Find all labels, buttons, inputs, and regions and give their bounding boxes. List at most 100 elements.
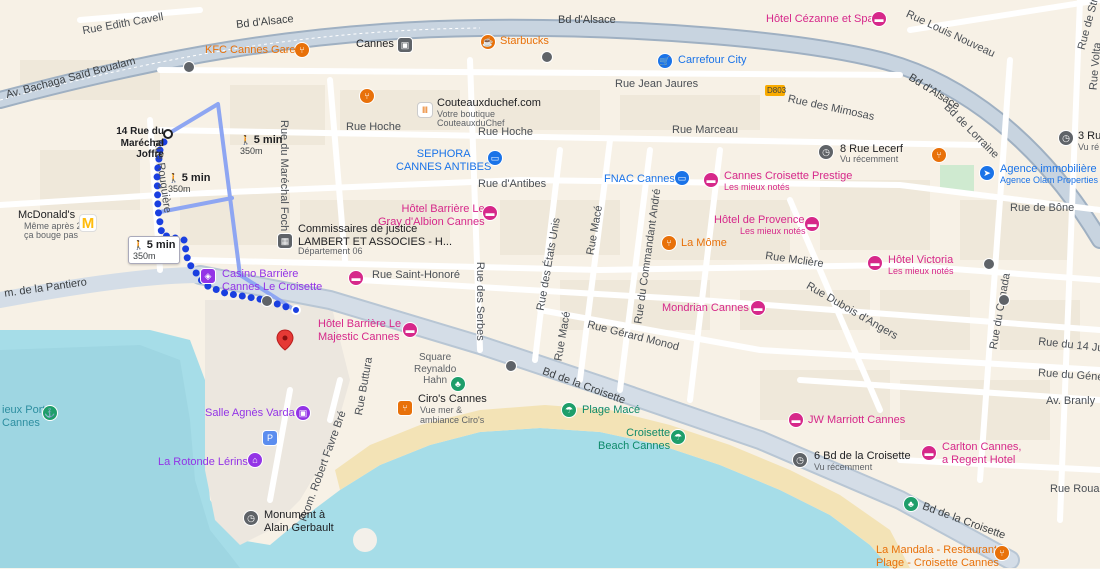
shopping-cart-icon[interactable]: 🛒 [657, 53, 673, 69]
poi-commissaires[interactable]: Commissaires de justice LAMBERT ET ASSOC… [298, 223, 452, 248]
location-pin-dot [282, 335, 288, 341]
route-option-distance: 350m [240, 146, 263, 156]
street-rue-saint-honore: Rue Saint-Honoré [372, 269, 461, 281]
street-rue-jean-jaures: Rue Jean Jaures [615, 78, 699, 90]
poi-carrefour[interactable]: Carrefour City [678, 54, 746, 67]
restaurant-icon[interactable]: ⑂ [294, 42, 310, 58]
bus-stop-icon[interactable] [998, 294, 1010, 306]
hotel-icon[interactable]: ▬ [867, 255, 883, 271]
casino-icon[interactable]: ◈ [200, 268, 216, 284]
couteaux-logo-icon[interactable]: Ⅲ [417, 102, 433, 118]
bus-stop-icon[interactable] [505, 360, 517, 372]
landmark-icon[interactable]: ⌂ [247, 452, 263, 468]
street-rue-marceau: Rue Marceau [672, 124, 739, 136]
poi-la-mome[interactable]: La Môme [681, 237, 727, 250]
shopping-bag-icon[interactable]: ▭ [674, 170, 690, 186]
route-option-time: 5 min [146, 239, 176, 251]
poi-hotel-provence-sub: Les mieux notés [740, 226, 806, 236]
poi-fnac[interactable]: FNAC Cannes [604, 173, 675, 186]
poi-bd-croisette-place-sub: Vu récemment [814, 462, 873, 472]
shopping-bag-icon[interactable]: ▭ [487, 150, 503, 166]
street-rue-hoche-1: Rue Hoche [346, 121, 402, 133]
route-end-marker[interactable] [291, 305, 301, 315]
route-start-label: 14 Rue du Maréchal Joffre [116, 126, 164, 160]
route-start-marker[interactable] [163, 129, 173, 139]
poi-three-ru[interactable]: 3 Ru [1078, 130, 1100, 143]
train-station-icon[interactable]: ▣ [397, 37, 413, 53]
poi-cannes-station[interactable]: Cannes [356, 38, 394, 51]
hotel-icon[interactable]: ▬ [703, 172, 719, 188]
poi-kfc[interactable]: KFC Cannes Gare [205, 44, 295, 57]
hotel-icon[interactable]: ▬ [871, 11, 887, 27]
route-option-distance: 350m [133, 251, 156, 261]
route-option-2[interactable]: 🚶 5 min 350m [164, 170, 214, 196]
restaurant-icon[interactable]: ⑂ [661, 235, 677, 251]
bus-stop-icon[interactable] [183, 61, 195, 73]
restaurant-icon[interactable]: ⑂ [397, 400, 413, 416]
street-rue-dantibes: Rue d'Antibes [478, 178, 547, 190]
poi-ciros[interactable]: Ciro's Cannes [418, 393, 487, 406]
street-bd-dalsace-2: Bd d'Alsace [558, 14, 616, 26]
bus-stop-icon[interactable] [541, 51, 553, 63]
bus-stop-icon[interactable] [261, 295, 273, 307]
location-arrow-icon[interactable]: ➤ [979, 165, 995, 181]
poi-salle-agnes[interactable]: Salle Agnès Varda [205, 407, 295, 420]
hotel-icon[interactable]: ▬ [750, 300, 766, 316]
hotel-icon[interactable]: ▬ [921, 445, 937, 461]
poi-plage-mace[interactable]: Plage Macé [582, 404, 640, 417]
hotel-icon[interactable]: ▬ [804, 216, 820, 232]
poi-casino[interactable]: Casino Barrière Cannes Le Croisette [222, 268, 322, 293]
poi-hotel-cezanne[interactable]: Hôtel Cézanne et Spa [766, 13, 874, 26]
mcdonalds-logo-icon[interactable]: M [79, 214, 97, 232]
poi-bd-croisette-place[interactable]: 6 Bd de la Croisette [814, 450, 911, 463]
poi-agence[interactable]: Agence immobilière [1000, 163, 1097, 176]
parking-icon[interactable]: P [262, 430, 278, 446]
poi-couteaux[interactable]: Couteauxduchef.com [437, 97, 541, 110]
walking-icon: 🚶 [133, 240, 145, 250]
poi-hotel-victoria-sub: Les mieux notés [888, 266, 954, 276]
poi-monument[interactable]: Monument à Alain Gerbault [264, 509, 334, 534]
poi-carlton[interactable]: Carlton Cannes, a Regent Hotel [942, 441, 1022, 466]
restaurant-icon[interactable]: ⑂ [359, 88, 375, 104]
poi-commissaires-sub: Département 06 [298, 246, 363, 256]
history-icon[interactable]: ◷ [243, 510, 259, 526]
hotel-icon[interactable]: ▬ [482, 205, 498, 221]
cafe-icon[interactable]: ☕ [480, 34, 496, 50]
street-av-branly: Av. Branly [1046, 395, 1096, 407]
poi-jw-marriott[interactable]: JW Marriott Cannes [808, 414, 905, 427]
poi-sephora[interactable]: SEPHORA CANNES ANTIBES [396, 148, 491, 173]
hotel-icon[interactable]: ▬ [788, 412, 804, 428]
poi-croisette-prestige[interactable]: Cannes Croisette Prestige [724, 170, 852, 183]
poi-vieux-port[interactable]: ieux Port Cannes [2, 404, 45, 429]
route-option-selected[interactable]: 🚶 5 min 350m [128, 236, 181, 264]
tree-icon[interactable]: ♣ [903, 496, 919, 512]
poi-rotonde[interactable]: La Rotonde Lérins [158, 456, 248, 469]
route-option-time: 5 min [181, 172, 211, 184]
hotel-icon[interactable]: ▬ [348, 270, 364, 286]
poi-mcdonalds[interactable]: McDonald's [18, 209, 75, 222]
poi-majestic[interactable]: Hôtel Barrière Le Majestic Cannes [318, 318, 401, 343]
restaurant-icon[interactable]: ⑂ [931, 147, 947, 163]
bus-stop-icon[interactable] [983, 258, 995, 270]
poi-croisette-prestige-sub: Les mieux notés [724, 182, 790, 192]
theater-icon[interactable]: ▣ [295, 405, 311, 421]
poi-croisette-beach[interactable]: Croisette Beach Cannes [598, 427, 670, 452]
marina-icon[interactable]: ⚓ [42, 405, 58, 421]
poi-couteaux-sub2: CouteauxduChef [437, 118, 505, 128]
building-icon[interactable]: ▦ [277, 233, 293, 249]
hotel-icon[interactable]: ▬ [402, 322, 418, 338]
history-icon[interactable]: ◷ [818, 144, 834, 160]
poi-mondrian[interactable]: Mondrian Cannes [662, 302, 749, 315]
poi-ciros-sub: Vue mer & ambiance Ciro's [420, 405, 485, 426]
history-icon[interactable]: ◷ [1058, 130, 1074, 146]
poi-hotel-victoria[interactable]: Hôtel Victoria [888, 254, 953, 267]
poi-starbucks[interactable]: Starbucks [500, 35, 549, 48]
beach-umbrella-icon[interactable]: ☂ [670, 429, 686, 445]
beach-umbrella-icon[interactable]: ☂ [561, 402, 577, 418]
route-option-1[interactable]: 🚶 5 min 350m [236, 132, 286, 158]
poi-hotel-provence[interactable]: Hôtel de Provence [714, 214, 805, 227]
restaurant-icon[interactable]: ⑂ [994, 545, 1010, 561]
tree-icon[interactable]: ♣ [450, 376, 466, 392]
poi-mandala[interactable]: La Mandala - Restaurant Plage - Croisett… [876, 544, 999, 569]
history-icon[interactable]: ◷ [792, 452, 808, 468]
